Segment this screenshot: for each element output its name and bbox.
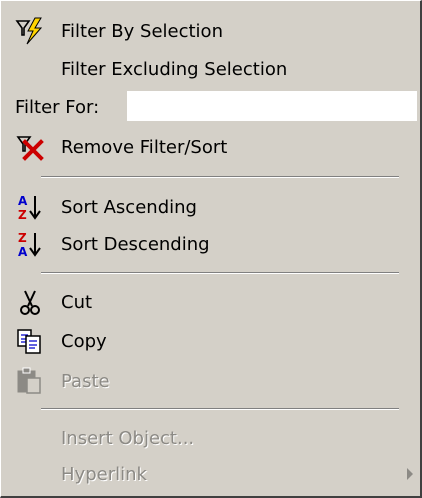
- menu-item-sort-descending[interactable]: Z A Sort Descending: [1, 225, 419, 263]
- svg-text:Z: Z: [18, 231, 27, 245]
- menu-item-filter-for: Filter For:: [1, 88, 419, 126]
- svg-text:A: A: [18, 194, 28, 208]
- menu-item-paste: Paste: [1, 362, 419, 400]
- submenu-arrow-icon: [407, 468, 413, 480]
- menu-item-filter-by-selection[interactable]: Filter By Selection: [1, 12, 419, 50]
- filter-for-label: Filter For:: [15, 97, 100, 118]
- menu-item-label: Sort Descending: [61, 234, 210, 255]
- menu-item-label: Cut: [61, 292, 93, 313]
- menu-item-label: Filter By Selection: [61, 21, 223, 42]
- copy-icon: [15, 326, 45, 356]
- sort-ascending-icon: A Z: [15, 192, 45, 222]
- menu-item-cut[interactable]: Cut: [1, 283, 419, 321]
- menu-item-filter-excluding-selection[interactable]: Filter Excluding Selection: [1, 50, 419, 88]
- menu-separator: [41, 272, 399, 274]
- paste-icon: [15, 366, 45, 396]
- menu-item-label: Hyperlink: [61, 464, 147, 485]
- svg-text:A: A: [18, 245, 28, 259]
- menu-item-label: Paste: [61, 371, 110, 392]
- menu-item-label: Copy: [61, 331, 107, 352]
- menu-item-remove-filter-sort[interactable]: Remove Filter/Sort: [1, 128, 419, 166]
- menu-item-label: Insert Object...: [61, 428, 195, 449]
- remove-filter-icon: [15, 132, 45, 162]
- filter-for-input[interactable]: [127, 91, 417, 121]
- menu-separator: [41, 408, 399, 410]
- menu-item-label: Sort Ascending: [61, 197, 197, 218]
- sort-descending-icon: Z A: [15, 229, 45, 259]
- menu-item-label: Remove Filter/Sort: [61, 137, 228, 158]
- context-menu: Filter By Selection Filter Excluding Sel…: [0, 0, 422, 498]
- menu-item-label: Filter Excluding Selection: [61, 59, 288, 80]
- menu-item-copy[interactable]: Copy: [1, 322, 419, 360]
- menu-separator: [41, 176, 399, 178]
- scissors-icon: [15, 287, 45, 317]
- menu-item-insert-object: Insert Object...: [1, 419, 419, 457]
- filter-lightning-icon: [15, 16, 45, 46]
- menu-item-sort-ascending[interactable]: A Z Sort Ascending: [1, 188, 419, 226]
- menu-item-hyperlink: Hyperlink: [1, 455, 419, 493]
- svg-text:Z: Z: [18, 208, 27, 222]
